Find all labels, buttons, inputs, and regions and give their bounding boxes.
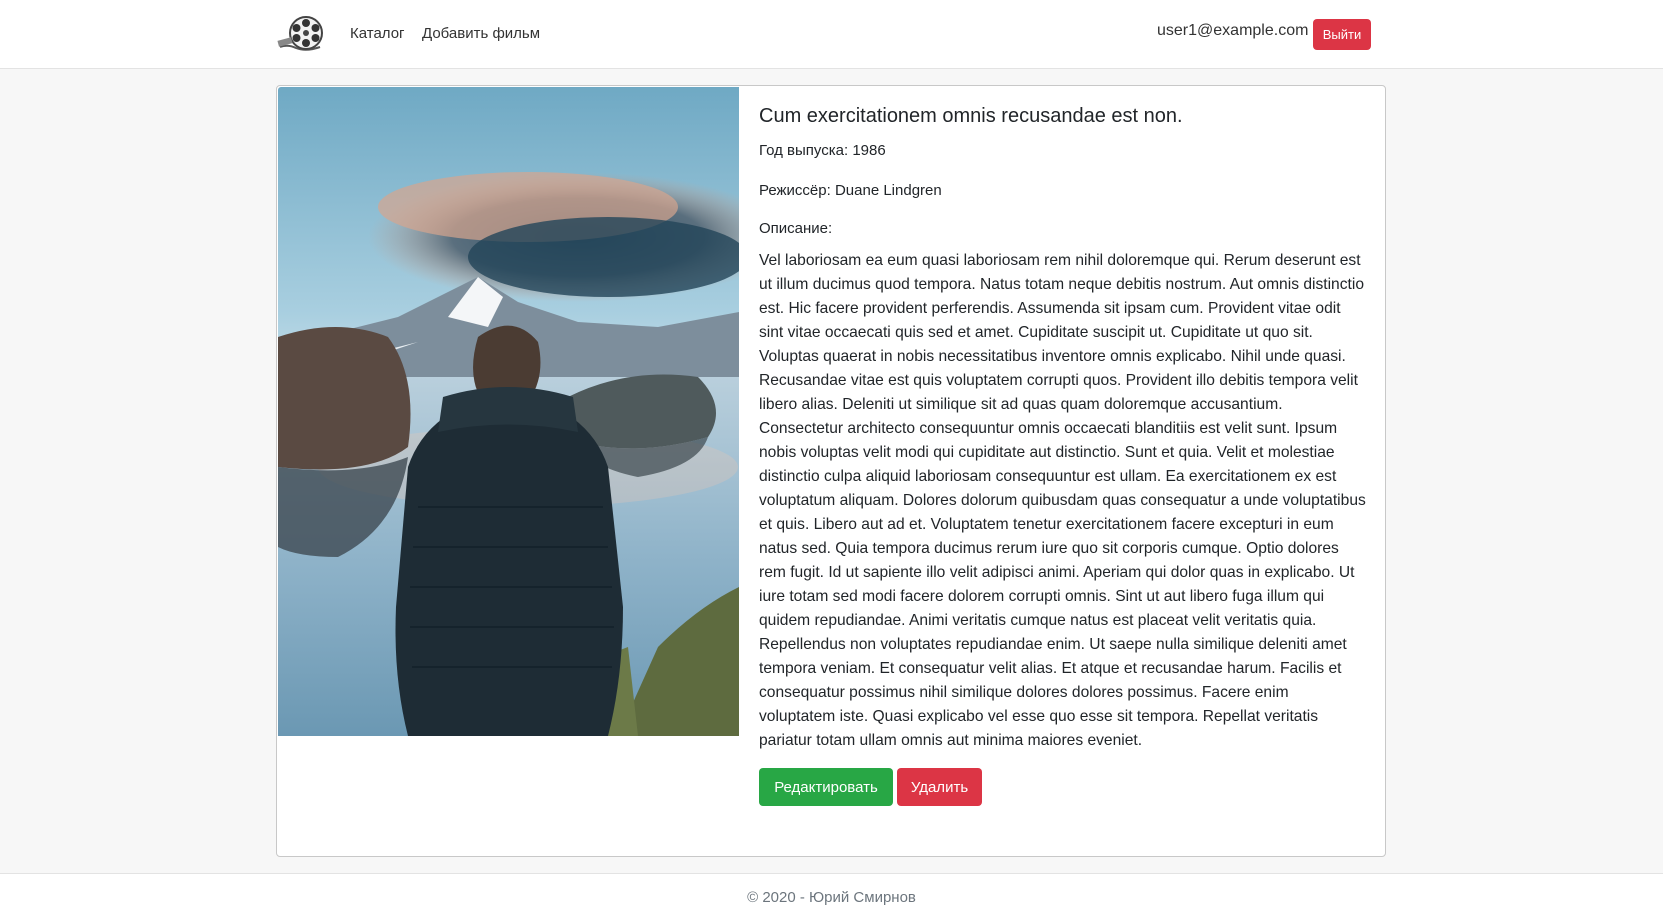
footer-copyright: © 2020 - Юрий Смирнов bbox=[747, 889, 916, 906]
year-value: 1986 bbox=[852, 142, 886, 159]
logout-button[interactable]: Выйти bbox=[1313, 19, 1371, 50]
movie-year: Год выпуска: 1986 bbox=[759, 141, 1367, 161]
year-label: Год выпуска: bbox=[759, 142, 849, 159]
edit-button[interactable]: Редактировать bbox=[759, 768, 893, 806]
movie-info: Cum exercitationem omnis recusandae est … bbox=[759, 104, 1367, 806]
user-email: user1@example.com bbox=[1157, 22, 1309, 39]
delete-button[interactable]: Удалить bbox=[897, 768, 982, 806]
movie-title: Cum exercitationem omnis recusandae est … bbox=[759, 105, 1183, 127]
director-value: Duane Lindgren bbox=[834, 181, 942, 199]
movie-description: Vel laboriosam ea eum quasi laboriosam r… bbox=[759, 252, 1366, 749]
top-navbar: Каталог Добавить фильм user1@example.com… bbox=[0, 0, 1663, 69]
director-label: Режиссёр: bbox=[759, 181, 831, 199]
nav-link-add-movie[interactable]: Добавить фильм bbox=[422, 25, 540, 42]
movie-director: Режиссёр: Duane Lindgren bbox=[759, 181, 1367, 201]
movie-poster bbox=[278, 87, 739, 736]
movie-actions: Редактировать Удалить bbox=[759, 768, 1367, 806]
description-label: Описание: bbox=[759, 220, 833, 237]
footer: © 2020 - Юрий Смирнов bbox=[0, 873, 1663, 908]
film-reel-icon[interactable] bbox=[276, 14, 326, 54]
nav-link-catalog[interactable]: Каталог bbox=[350, 25, 405, 42]
movie-card: Cum exercitationem omnis recusandae est … bbox=[276, 85, 1386, 857]
